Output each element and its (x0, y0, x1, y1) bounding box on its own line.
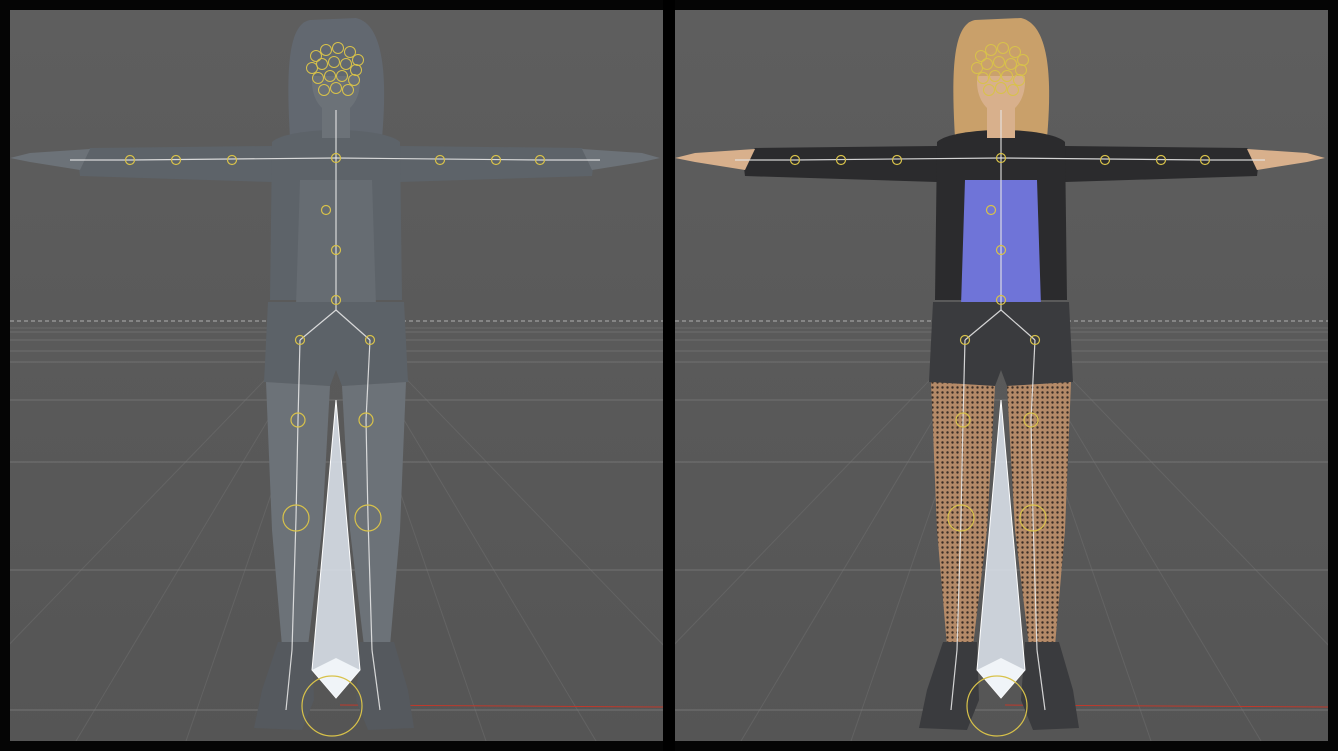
viewport-divider[interactable] (663, 0, 675, 751)
viewport-right[interactable] (675, 10, 1328, 741)
viewport-canvas (675, 10, 1328, 741)
viewport-left[interactable] (10, 10, 663, 741)
viewport-canvas (10, 10, 663, 741)
dual-viewport-stage (0, 0, 1338, 751)
